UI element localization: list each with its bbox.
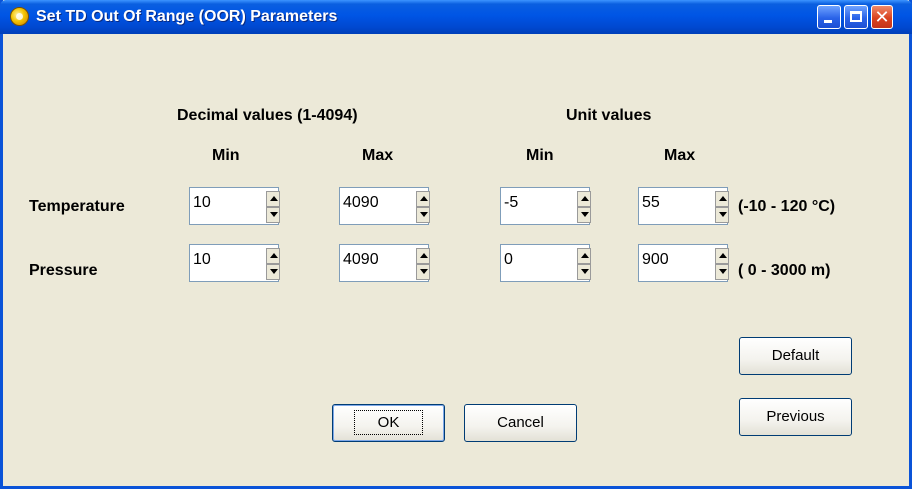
window-title: Set TD Out Of Range (OOR) Parameters bbox=[36, 8, 338, 25]
arrow-up-icon[interactable] bbox=[416, 191, 430, 207]
temperature-decimal-min-input[interactable]: 10 bbox=[189, 187, 236, 225]
ok-button-label: OK bbox=[353, 410, 424, 435]
temperature-label: Temperature bbox=[29, 198, 125, 215]
arrow-down-icon[interactable] bbox=[715, 207, 729, 223]
maximize-button[interactable] bbox=[844, 5, 868, 29]
close-icon: ✕ bbox=[874, 7, 890, 27]
arrow-down-icon[interactable] bbox=[715, 264, 729, 280]
arrow-down-icon[interactable] bbox=[577, 207, 591, 223]
unit-max-header: Max bbox=[664, 147, 696, 164]
decimal-values-header: Decimal values (1-4094) bbox=[177, 107, 358, 124]
pressure-unit-max-input[interactable]: 900 bbox=[638, 244, 685, 282]
sun-icon[interactable] bbox=[10, 7, 29, 26]
temperature-range-label: (-10 - 120 °C) bbox=[738, 198, 836, 215]
arrow-down-icon[interactable] bbox=[266, 207, 280, 223]
pressure-range-label: ( 0 - 3000 m) bbox=[738, 262, 831, 279]
pressure-unit-min-input[interactable]: 0 bbox=[500, 244, 547, 282]
arrow-up-icon[interactable] bbox=[416, 248, 430, 264]
pressure-decimal-min-input[interactable]: 10 bbox=[189, 244, 236, 282]
arrow-up-icon[interactable] bbox=[266, 248, 280, 264]
decimal-max-header: Max bbox=[362, 147, 394, 164]
cancel-button[interactable]: Cancel bbox=[464, 404, 577, 442]
arrow-up-icon[interactable] bbox=[715, 191, 729, 207]
temperature-unit-min-input[interactable]: -5 bbox=[500, 187, 547, 225]
unit-min-header: Min bbox=[526, 147, 554, 164]
arrow-up-icon[interactable] bbox=[715, 248, 729, 264]
temperature-decimal-max-input[interactable]: 4090 bbox=[339, 187, 386, 225]
arrow-down-icon[interactable] bbox=[577, 264, 591, 280]
temperature-unit-max-input[interactable]: 55 bbox=[638, 187, 685, 225]
arrow-down-icon[interactable] bbox=[266, 264, 280, 280]
arrow-down-icon[interactable] bbox=[416, 207, 430, 223]
arrow-down-icon[interactable] bbox=[416, 264, 430, 280]
close-button[interactable]: ✕ bbox=[871, 5, 893, 29]
arrow-up-icon[interactable] bbox=[266, 191, 280, 207]
arrow-up-icon[interactable] bbox=[577, 191, 591, 207]
pressure-label: Pressure bbox=[29, 262, 98, 279]
title-bar[interactable]: Set TD Out Of Range (OOR) Parameters ✕ bbox=[0, 0, 912, 34]
arrow-up-icon[interactable] bbox=[577, 248, 591, 264]
default-button[interactable]: Default bbox=[739, 337, 852, 375]
pressure-decimal-max-input[interactable]: 4090 bbox=[339, 244, 386, 282]
unit-values-header: Unit values bbox=[566, 107, 652, 124]
minimize-button[interactable] bbox=[817, 5, 841, 29]
previous-button[interactable]: Previous bbox=[739, 398, 852, 436]
ok-button[interactable]: OK bbox=[332, 404, 445, 442]
decimal-min-header: Min bbox=[212, 147, 240, 164]
